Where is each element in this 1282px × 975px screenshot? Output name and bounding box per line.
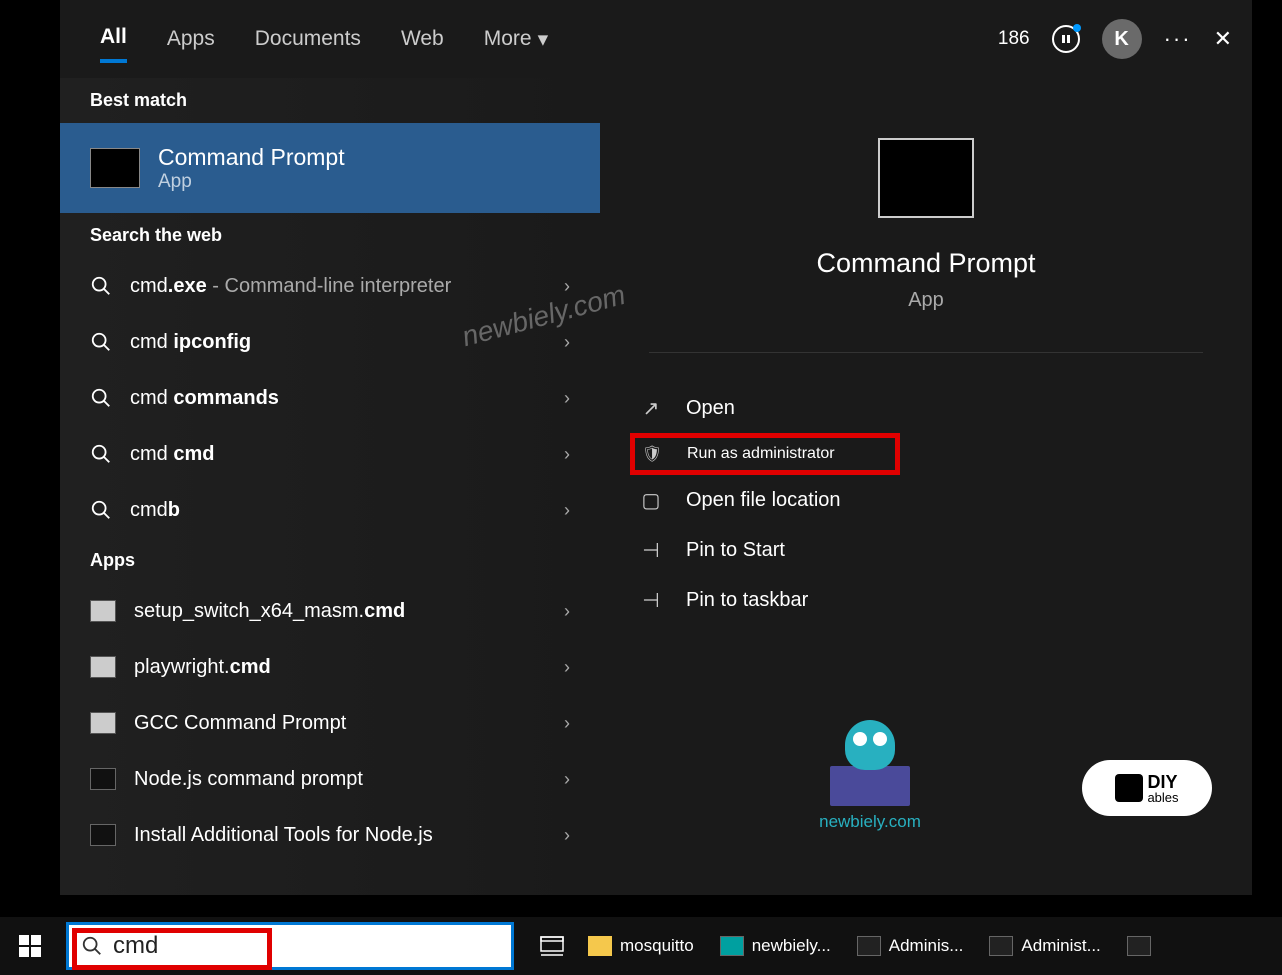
header-right: 186 K ··· ✕: [998, 19, 1232, 59]
taskbar-search-input[interactable]: [113, 932, 213, 960]
tab-more[interactable]: More ▾: [484, 17, 548, 62]
terminal-icon: [1127, 936, 1151, 956]
search-icon: [90, 331, 112, 353]
tab-web[interactable]: Web: [401, 17, 444, 61]
file-icon: [90, 712, 116, 734]
laptop-icon: [830, 766, 910, 806]
task-view-button[interactable]: [532, 926, 572, 966]
pin-icon: ⊣: [638, 588, 664, 613]
file-icon: [90, 656, 116, 678]
newbiely-logo: newbiely.com: [790, 720, 950, 832]
open-icon: ↗: [638, 396, 664, 421]
windows-logo-icon: [19, 935, 41, 957]
web-result-ipconfig[interactable]: cmd ipconfig ›: [60, 314, 600, 370]
chevron-right-icon: ›: [564, 825, 570, 846]
taskbar-item-newbiely[interactable]: newbiely...: [710, 924, 841, 968]
app-result-install-tools[interactable]: Install Additional Tools for Node.js ›: [60, 807, 600, 863]
search-icon: [81, 935, 103, 957]
folder-icon: [588, 936, 612, 956]
folder-icon: ▢: [638, 488, 664, 513]
app-result-gcc[interactable]: GCC Command Prompt ›: [60, 695, 600, 751]
action-open[interactable]: ↗ Open: [630, 383, 1222, 433]
best-match-subtitle: App: [158, 171, 345, 193]
best-match-label: Best match: [60, 78, 600, 123]
search-icon: [90, 387, 112, 409]
actions-list: ↗ Open 🛡 Run as administrator ▢ Open fil…: [600, 383, 1252, 625]
start-button[interactable]: [0, 917, 60, 975]
action-run-administrator[interactable]: 🛡 Run as administrator: [630, 433, 900, 475]
newbiely-link-text: newbiely.com: [819, 812, 921, 832]
command-prompt-icon: [90, 148, 140, 188]
chevron-down-icon: ▾: [538, 27, 549, 52]
search-panel: All Apps Documents Web More ▾ 186 K ··· …: [60, 0, 1252, 895]
chevron-right-icon: ›: [564, 444, 570, 465]
app-result-playwright[interactable]: playwright.cmd ›: [60, 639, 600, 695]
owl-icon: [845, 720, 895, 770]
detail-subtitle: App: [908, 289, 944, 312]
user-avatar[interactable]: K: [1102, 19, 1142, 59]
detail-title: Command Prompt: [816, 248, 1035, 279]
diyables-logo: DIY ables: [1082, 760, 1212, 816]
web-result-cmd-exe[interactable]: cmd.exe - Command-line interpreter ›: [60, 258, 600, 314]
search-icon: [90, 275, 112, 297]
shield-icon: 🛡: [639, 444, 665, 464]
diy-logo-icon: [1115, 774, 1143, 802]
chevron-right-icon: ›: [564, 276, 570, 297]
app-result-nodejs[interactable]: Node.js command prompt ›: [60, 751, 600, 807]
pin-icon: ⊣: [638, 538, 664, 563]
terminal-icon: [989, 936, 1013, 956]
close-button[interactable]: ✕: [1214, 26, 1232, 52]
content-area: Best match Command Prompt App Search the…: [60, 78, 1252, 895]
more-options-icon[interactable]: ···: [1164, 26, 1192, 52]
terminal-icon: [90, 824, 116, 846]
chevron-right-icon: ›: [564, 388, 570, 409]
taskbar-item-extra[interactable]: [1117, 924, 1151, 968]
tab-apps[interactable]: Apps: [167, 17, 215, 61]
action-pin-start[interactable]: ⊣ Pin to Start: [630, 525, 1222, 575]
app-result-setup-switch[interactable]: setup_switch_x64_masm.cmd ›: [60, 583, 600, 639]
search-web-label: Search the web: [60, 213, 600, 258]
medal-icon[interactable]: [1052, 25, 1080, 53]
search-icon: [90, 443, 112, 465]
chevron-right-icon: ›: [564, 657, 570, 678]
taskbar-item-admin-2[interactable]: Administ...: [979, 924, 1110, 968]
action-open-file-location[interactable]: ▢ Open file location: [630, 475, 1222, 525]
divider: [649, 352, 1203, 353]
file-icon: [90, 600, 116, 622]
results-column: Best match Command Prompt App Search the…: [60, 78, 600, 895]
tab-documents[interactable]: Documents: [255, 17, 361, 61]
tab-all[interactable]: All: [100, 15, 127, 63]
chevron-right-icon: ›: [564, 713, 570, 734]
chevron-right-icon: ›: [564, 769, 570, 790]
rewards-points: 186: [998, 28, 1030, 50]
chevron-right-icon: ›: [564, 500, 570, 521]
web-result-cmdb[interactable]: cmdb ›: [60, 482, 600, 538]
best-match-title: Command Prompt: [158, 144, 345, 171]
header-tabs: All Apps Documents Web More ▾ 186 K ··· …: [60, 0, 1252, 78]
web-result-commands[interactable]: cmd commands ›: [60, 370, 600, 426]
taskbar-search-box[interactable]: [66, 922, 514, 970]
taskbar: mosquitto newbiely... Adminis... Adminis…: [0, 917, 1282, 975]
app-large-icon: [878, 138, 974, 218]
chevron-right-icon: ›: [564, 601, 570, 622]
apps-label: Apps: [60, 538, 600, 583]
action-pin-taskbar[interactable]: ⊣ Pin to taskbar: [630, 575, 1222, 625]
terminal-icon: [857, 936, 881, 956]
search-icon: [90, 499, 112, 521]
best-match-result[interactable]: Command Prompt App: [60, 123, 600, 213]
arduino-icon: [720, 936, 744, 956]
web-result-cmd-cmd[interactable]: cmd cmd ›: [60, 426, 600, 482]
taskbar-item-mosquitto[interactable]: mosquitto: [578, 924, 704, 968]
chevron-right-icon: ›: [564, 332, 570, 353]
taskbar-item-admin-1[interactable]: Adminis...: [847, 924, 974, 968]
terminal-icon: [90, 768, 116, 790]
